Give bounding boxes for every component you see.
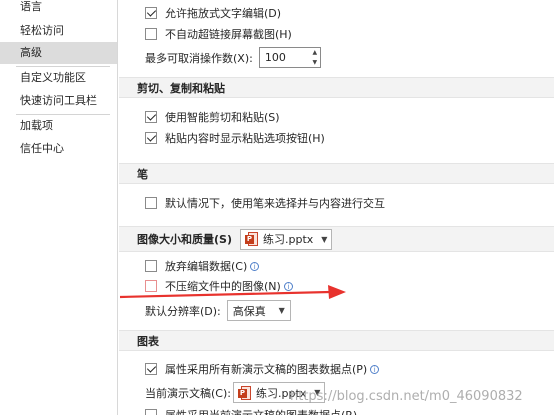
watermark: https://blog.csdn.net/m0_46090832	[290, 389, 523, 404]
red-arrow-annotation	[119, 285, 346, 299]
